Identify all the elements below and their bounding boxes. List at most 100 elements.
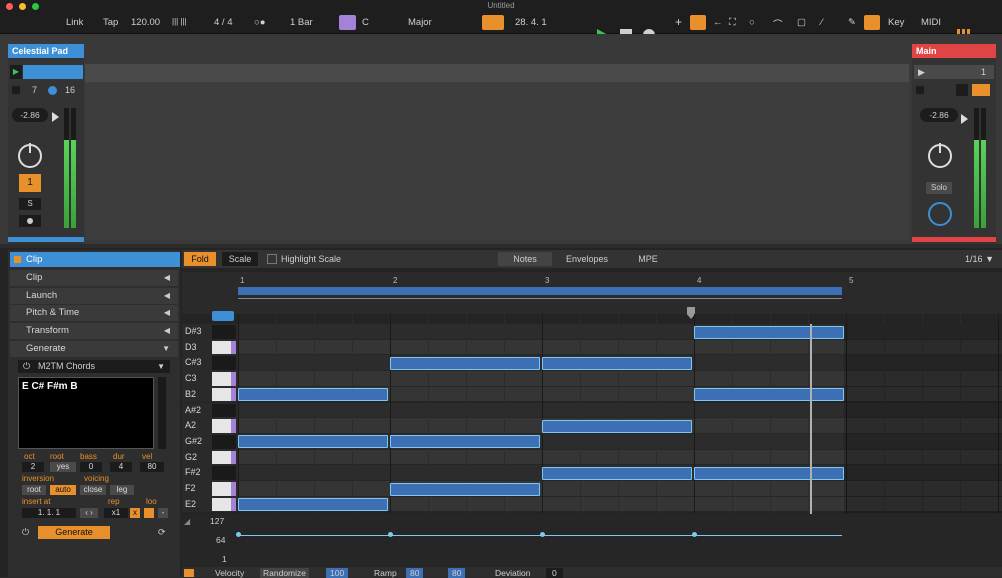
- piano-key[interactable]: [212, 340, 236, 355]
- piano-key[interactable]: [212, 450, 236, 465]
- clip-header[interactable]: Clip: [10, 252, 180, 267]
- loop-icon[interactable]: ▢: [797, 17, 806, 28]
- midi-map-button[interactable]: MIDI: [921, 17, 941, 28]
- scene-launch-right[interactable]: ▶ 1: [914, 65, 994, 79]
- nudge-icon[interactable]: ||| |||: [172, 17, 187, 26]
- clip-icon[interactable]: [956, 84, 968, 96]
- velocity-toggle-icon[interactable]: [184, 569, 194, 577]
- velocity-lane[interactable]: [182, 514, 1002, 567]
- solo-button-left[interactable]: S: [19, 198, 41, 210]
- cue-knob-icon[interactable]: [928, 202, 952, 226]
- voicing-leg[interactable]: leg: [110, 485, 134, 495]
- midi-note[interactable]: [542, 356, 692, 370]
- generate-power-icon[interactable]: ⏻: [22, 527, 29, 538]
- section-pitch-time[interactable]: Pitch & Time ◀: [10, 305, 178, 321]
- pan-knob-icon[interactable]: [18, 143, 42, 168]
- stop-clip-icon[interactable]: [12, 86, 20, 94]
- piano-key[interactable]: [212, 434, 236, 449]
- draw-mode-icon[interactable]: ∕: [821, 17, 823, 28]
- velocity-point[interactable]: [236, 532, 241, 537]
- piano-key[interactable]: [212, 497, 236, 512]
- track-name-left[interactable]: Celestial Pad: [8, 44, 84, 58]
- session-record-icon[interactable]: ○: [749, 17, 755, 28]
- solo-button-right[interactable]: Solo: [926, 182, 952, 194]
- tempo-field[interactable]: 120.00: [131, 17, 160, 28]
- voicing-auto[interactable]: auto: [50, 485, 76, 495]
- loop-off-toggle[interactable]: -: [158, 508, 168, 518]
- vel-value[interactable]: 80: [140, 462, 164, 472]
- midi-note[interactable]: [390, 435, 540, 449]
- highlight-scale-checkbox[interactable]: [267, 254, 277, 264]
- collapse-arrow-icon[interactable]: ◀: [164, 305, 170, 321]
- nudge-buttons[interactable]: ‹ ›: [80, 508, 98, 518]
- link-button[interactable]: Link: [66, 17, 83, 28]
- metronome-icon[interactable]: ○●: [254, 17, 265, 28]
- repeat-field[interactable]: x1: [104, 508, 128, 518]
- grid-resolution-dropdown[interactable]: 1/16 ▼: [944, 252, 994, 266]
- piano-key[interactable]: [212, 387, 236, 402]
- tab-mpe[interactable]: MPE: [622, 252, 674, 266]
- section-transform[interactable]: Transform ◀: [10, 323, 178, 339]
- curve-icon[interactable]: ⌒: [773, 17, 783, 31]
- monitor-icon[interactable]: [48, 86, 57, 95]
- piano-key[interactable]: [212, 325, 236, 339]
- pan-knob-right-icon[interactable]: [928, 143, 952, 168]
- piano-key[interactable]: [212, 482, 236, 496]
- velocity-point[interactable]: [388, 532, 393, 537]
- midi-note[interactable]: [238, 388, 388, 402]
- clip-play-icon[interactable]: ▶: [10, 65, 22, 79]
- volume-field-right[interactable]: -2.86: [920, 108, 958, 122]
- key-root-dropdown[interactable]: C: [362, 17, 369, 28]
- insert-position-field[interactable]: 1. 1. 1: [22, 508, 76, 518]
- midi-note[interactable]: [390, 482, 540, 496]
- clip-slot-left[interactable]: [23, 65, 83, 79]
- arrangement-record-button[interactable]: [482, 15, 504, 30]
- scale-icon[interactable]: [339, 15, 356, 30]
- piano-key[interactable]: [212, 466, 236, 480]
- overdub-icon[interactable]: +: [675, 15, 682, 29]
- automation-arm-icon[interactable]: [690, 15, 706, 30]
- collapse-arrow-icon[interactable]: ◀: [164, 323, 170, 339]
- tab-envelopes[interactable]: Envelopes: [556, 252, 618, 266]
- close-window-icon[interactable]: [6, 3, 13, 10]
- collapse-arrow-icon[interactable]: ◀: [164, 270, 170, 286]
- loop-brace[interactable]: [238, 287, 842, 295]
- piano-key[interactable]: [212, 403, 236, 418]
- key-map-button[interactable]: Key: [888, 17, 904, 28]
- velocity-point[interactable]: [540, 532, 545, 537]
- tap-tempo-button[interactable]: Tap: [103, 17, 118, 28]
- piano-key[interactable]: [212, 419, 236, 433]
- dur-value[interactable]: 4: [110, 462, 132, 472]
- capture-icon[interactable]: ⛶: [729, 17, 736, 28]
- song-position-field[interactable]: 28. 4. 1: [515, 17, 547, 28]
- velocity-point[interactable]: [692, 532, 697, 537]
- stop-all-icon[interactable]: [916, 86, 924, 94]
- root-toggle[interactable]: yes: [50, 462, 76, 472]
- computer-keyboard-icon[interactable]: [864, 15, 880, 30]
- scrollbar[interactable]: [158, 377, 166, 449]
- refresh-icon[interactable]: ⟳: [158, 527, 166, 538]
- clip-slot-row[interactable]: [85, 64, 909, 82]
- zoom-window-icon[interactable]: [32, 3, 39, 10]
- device-selector[interactable]: ⏻ M2TM Chords ▼: [18, 360, 170, 373]
- piano-key[interactable]: [212, 372, 236, 386]
- tab-notes[interactable]: Notes: [498, 252, 552, 266]
- volume-field-left[interactable]: -2.86: [12, 108, 48, 122]
- oct-value[interactable]: 2: [22, 462, 44, 472]
- fold-button[interactable]: Fold: [184, 252, 216, 266]
- voicing-close[interactable]: close: [80, 485, 106, 495]
- piano-key[interactable]: [212, 356, 236, 371]
- midi-note[interactable]: [694, 466, 844, 480]
- midi-note[interactable]: [390, 356, 540, 370]
- track-activator-button[interactable]: 1: [19, 174, 41, 192]
- back-to-arrangement-icon[interactable]: ←: [713, 17, 723, 28]
- section-clip[interactable]: Clip ◀: [10, 270, 178, 286]
- dropdown-arrow-icon[interactable]: ▼: [157, 360, 165, 373]
- midi-note[interactable]: [238, 498, 388, 512]
- bass-value[interactable]: 0: [80, 462, 102, 472]
- power-icon[interactable]: ⏻: [23, 360, 30, 373]
- arm-button-left[interactable]: [19, 215, 41, 227]
- track-name-right[interactable]: Main: [912, 44, 996, 58]
- midi-note[interactable]: [694, 325, 844, 339]
- chord-input[interactable]: E C# F#m B: [18, 377, 154, 449]
